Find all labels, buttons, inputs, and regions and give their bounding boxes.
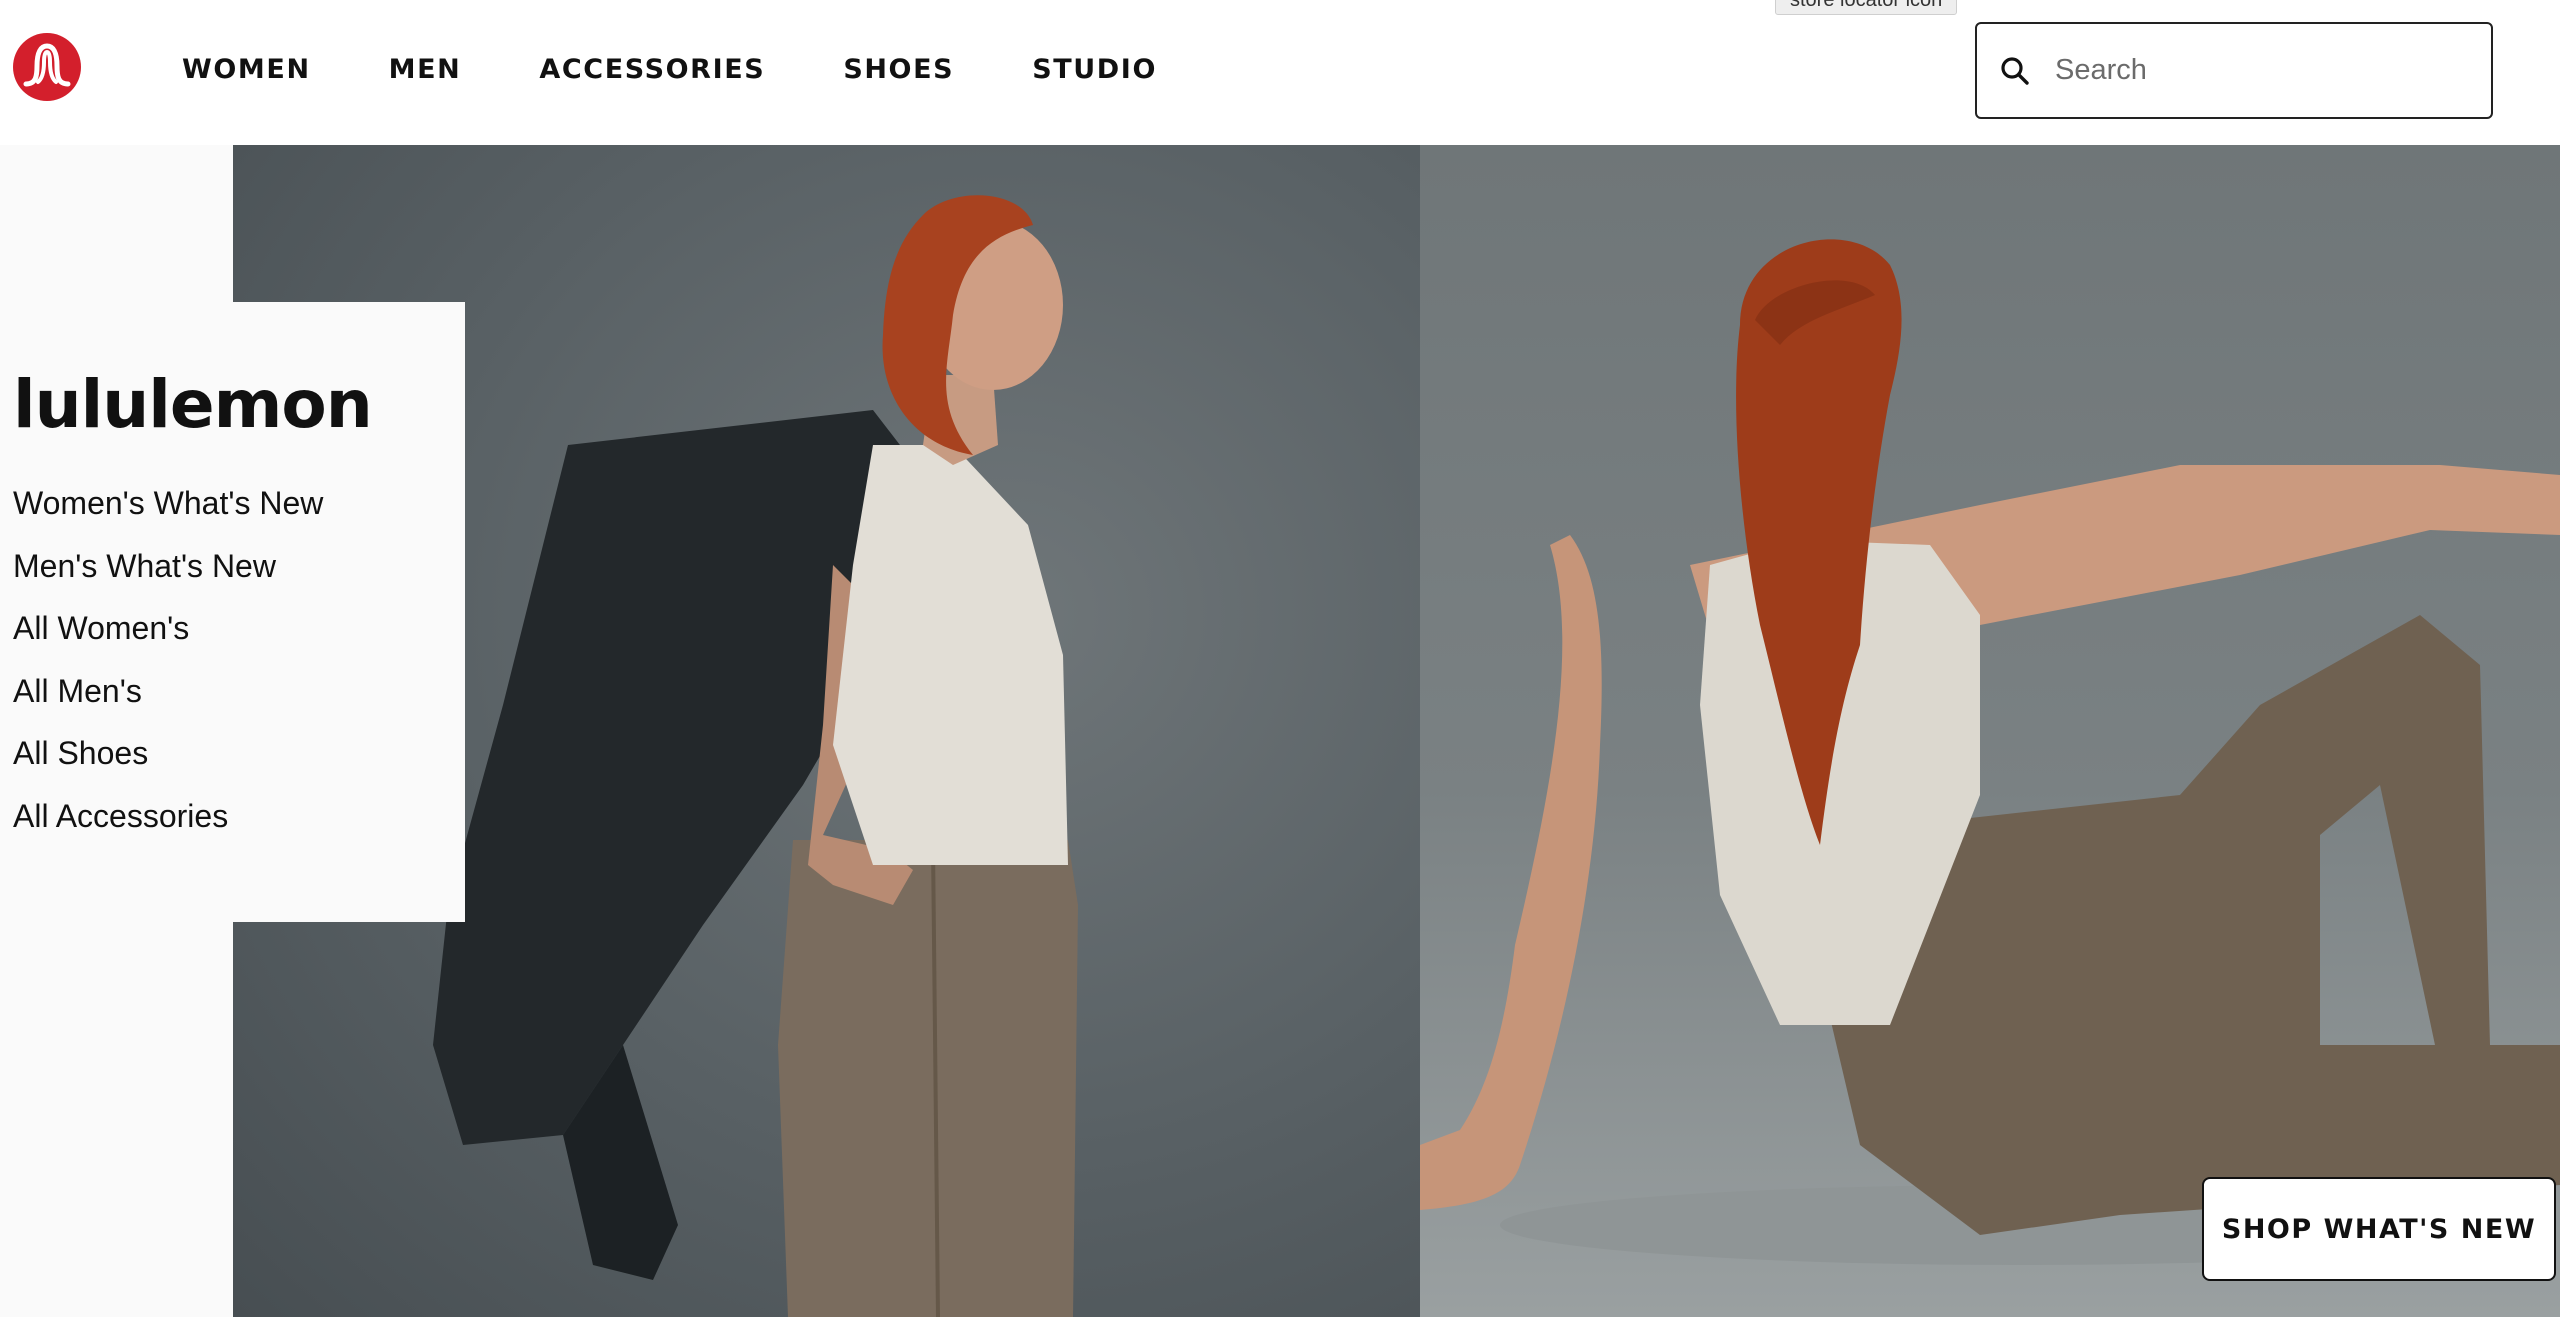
menu-item-womens-whats-new[interactable]: Women's What's New bbox=[13, 483, 323, 546]
menu-item-mens-whats-new[interactable]: Men's What's New bbox=[13, 546, 323, 609]
lululemon-logo-icon[interactable] bbox=[12, 32, 82, 102]
menu-item-all-shoes[interactable]: All Shoes bbox=[13, 733, 323, 796]
model-illustration-right bbox=[1420, 239, 2560, 1265]
main-nav: WOMEN MEN ACCESSORIES SHOES STUDIO bbox=[182, 52, 1157, 88]
brand-title: lululemon bbox=[13, 366, 373, 443]
nav-studio[interactable]: STUDIO bbox=[1032, 52, 1157, 88]
menu-item-all-accessories[interactable]: All Accessories bbox=[13, 796, 323, 859]
search-box[interactable] bbox=[1975, 22, 2493, 119]
nav-women[interactable]: WOMEN bbox=[182, 52, 311, 88]
nav-accessories[interactable]: ACCESSORIES bbox=[539, 52, 765, 88]
search-input[interactable] bbox=[2053, 40, 2453, 101]
nav-shoes[interactable]: SHOES bbox=[843, 52, 954, 88]
nav-men[interactable]: MEN bbox=[389, 52, 462, 88]
category-menu: Women's What's New Men's What's New All … bbox=[13, 483, 323, 859]
hero-section: lululemon Women's What's New Men's What'… bbox=[0, 145, 2560, 1317]
menu-item-all-womens[interactable]: All Women's bbox=[13, 608, 323, 671]
search-icon[interactable] bbox=[1999, 55, 2031, 87]
shop-whats-new-button[interactable]: SHOP WHAT'S NEW bbox=[2202, 1177, 2556, 1281]
store-locator-tooltip: store locator icon bbox=[1775, 0, 1958, 15]
hero-image-right[interactable] bbox=[1420, 145, 2560, 1317]
site-header: WOMEN MEN ACCESSORIES SHOES STUDIO store… bbox=[0, 0, 2560, 145]
menu-item-all-mens[interactable]: All Men's bbox=[13, 671, 323, 734]
